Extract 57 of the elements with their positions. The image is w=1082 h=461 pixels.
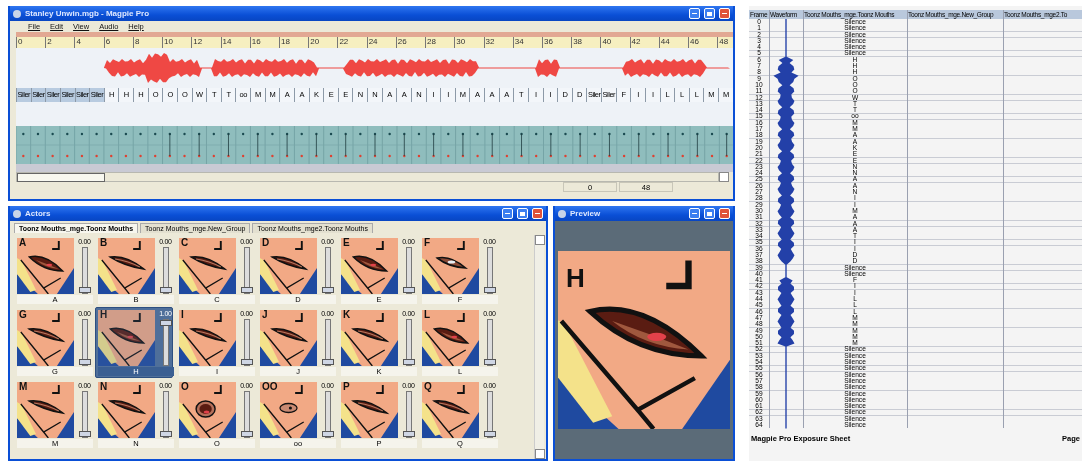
slider-thumb[interactable] — [402, 431, 415, 438]
mouth-letter: L — [424, 310, 431, 321]
close-button[interactable] — [719, 208, 730, 220]
slider-thumb[interactable] — [159, 431, 172, 438]
slider-thumb[interactable] — [240, 431, 253, 438]
mouth-letter: I — [181, 310, 184, 321]
horizontal-scrollbar[interactable] — [16, 172, 719, 182]
mouth-letter: M — [19, 382, 28, 393]
maximize-button[interactable] — [704, 208, 715, 220]
slider-thumb[interactable] — [78, 431, 91, 438]
app-icon — [13, 209, 21, 218]
slider-thumb[interactable] — [483, 287, 496, 294]
mouth-letter: Q — [424, 382, 432, 393]
slider-thumb[interactable] — [78, 359, 91, 366]
mouth-letter: H — [566, 265, 585, 292]
mouth-letter: K — [343, 310, 351, 321]
window-title: Actors — [25, 209, 52, 219]
slider-thumb[interactable] — [402, 359, 415, 366]
minimize-button[interactable] — [689, 8, 700, 19]
slider-thumb[interactable] — [483, 431, 496, 438]
app-icon — [13, 9, 21, 18]
close-button[interactable] — [719, 8, 730, 19]
mouth-letter: D — [262, 238, 270, 249]
mouth-letter: F — [424, 238, 431, 249]
slider-thumb[interactable] — [78, 287, 91, 294]
scroll-down-button[interactable] — [535, 449, 545, 459]
window-title: Preview — [570, 209, 602, 219]
window-title: Stanley Unwin.mgb - Magpie Pro — [25, 9, 150, 18]
scroll-up-button[interactable] — [535, 235, 545, 246]
slider-thumb[interactable] — [483, 359, 496, 366]
slider-thumb[interactable] — [321, 359, 334, 366]
maximize-button[interactable] — [704, 8, 715, 19]
mouth-letter: OO — [262, 382, 278, 393]
minimize-button[interactable] — [502, 208, 513, 220]
app-icon — [558, 209, 566, 218]
mouth-letter: B — [100, 238, 108, 249]
mouth-letter: A — [19, 238, 27, 249]
mouth-letter: O — [181, 382, 189, 393]
slider-thumb[interactable] — [240, 287, 253, 294]
mouth-letter: H — [100, 310, 108, 321]
close-button[interactable] — [532, 208, 543, 220]
mouth-letter: C — [181, 238, 189, 249]
mouth-letter: E — [343, 238, 350, 249]
slider-thumb[interactable] — [321, 287, 334, 294]
slider-thumb[interactable] — [159, 287, 172, 294]
mouth-letter: P — [343, 382, 350, 393]
scroll-right-button[interactable] — [719, 172, 729, 182]
mouth-letter: J — [262, 310, 268, 321]
mouth-letter: N — [100, 382, 108, 393]
minimize-button[interactable] — [689, 208, 700, 220]
mouth-letter: G — [19, 310, 27, 321]
vertical-scrollbar[interactable] — [534, 235, 544, 459]
slider-thumb[interactable] — [402, 287, 415, 294]
maximize-button[interactable] — [517, 208, 528, 220]
slider-thumb[interactable] — [240, 359, 253, 366]
slider-thumb[interactable] — [159, 320, 172, 327]
slider-thumb[interactable] — [321, 431, 334, 438]
